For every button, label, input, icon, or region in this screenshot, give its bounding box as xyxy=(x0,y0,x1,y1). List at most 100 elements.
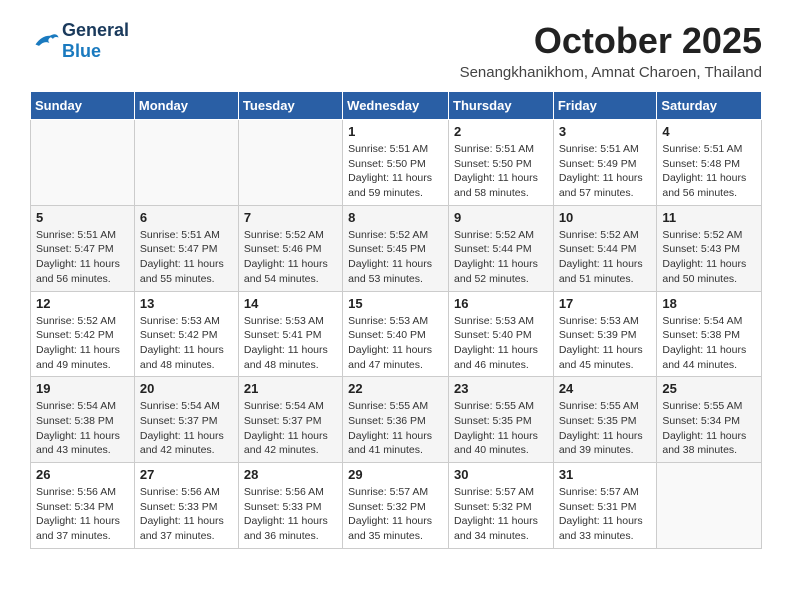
day-number: 21 xyxy=(244,381,337,396)
day-number: 11 xyxy=(662,210,756,225)
calendar-cell xyxy=(657,463,762,549)
calendar-cell: 11 Sunrise: 5:52 AMSunset: 5:43 PMDayligh… xyxy=(657,205,762,291)
day-number: 20 xyxy=(140,381,233,396)
calendar-cell: 9 Sunrise: 5:52 AMSunset: 5:44 PMDaylight… xyxy=(449,205,554,291)
day-info: Sunrise: 5:55 AMSunset: 5:36 PMDaylight:… xyxy=(348,399,443,458)
calendar-cell: 29 Sunrise: 5:57 AMSunset: 5:32 PMDayligh… xyxy=(343,463,449,549)
day-number: 27 xyxy=(140,467,233,482)
day-info: Sunrise: 5:51 AMSunset: 5:50 PMDaylight:… xyxy=(348,142,443,201)
day-info: Sunrise: 5:52 AMSunset: 5:45 PMDaylight:… xyxy=(348,228,443,287)
calendar-cell: 21 Sunrise: 5:54 AMSunset: 5:37 PMDayligh… xyxy=(238,377,342,463)
calendar-cell: 16 Sunrise: 5:53 AMSunset: 5:40 PMDayligh… xyxy=(449,291,554,377)
day-info: Sunrise: 5:57 AMSunset: 5:31 PMDaylight:… xyxy=(559,485,652,544)
day-number: 15 xyxy=(348,296,443,311)
day-info: Sunrise: 5:55 AMSunset: 5:35 PMDaylight:… xyxy=(454,399,548,458)
day-info: Sunrise: 5:54 AMSunset: 5:37 PMDaylight:… xyxy=(244,399,337,458)
calendar-cell: 22 Sunrise: 5:55 AMSunset: 5:36 PMDayligh… xyxy=(343,377,449,463)
calendar-cell: 8Sunrise: 5:52 AMSunset: 5:45 PMDaylight… xyxy=(343,205,449,291)
day-info: Sunrise: 5:53 AMSunset: 5:42 PMDaylight:… xyxy=(140,314,233,373)
day-info: Sunrise: 5:52 AMSunset: 5:42 PMDaylight:… xyxy=(36,314,129,373)
calendar-cell: 20Sunrise: 5:54 AMSunset: 5:37 PMDayligh… xyxy=(134,377,238,463)
day-number: 4 xyxy=(662,124,756,139)
logo: General Blue xyxy=(30,20,129,62)
day-number: 17 xyxy=(559,296,652,311)
weekday-header-thursday: Thursday xyxy=(449,92,554,120)
weekday-header-saturday: Saturday xyxy=(657,92,762,120)
day-number: 9 xyxy=(454,210,548,225)
day-info: Sunrise: 5:54 AMSunset: 5:38 PMDaylight:… xyxy=(36,399,129,458)
calendar-cell: 27 Sunrise: 5:56 AMSunset: 5:33 PMDayligh… xyxy=(134,463,238,549)
day-info: Sunrise: 5:51 AMSunset: 5:49 PMDaylight:… xyxy=(559,142,652,201)
calendar-cell: 14 Sunrise: 5:53 AMSunset: 5:41 PMDayligh… xyxy=(238,291,342,377)
calendar-cell: 15 Sunrise: 5:53 AMSunset: 5:40 PMDayligh… xyxy=(343,291,449,377)
week-row-3: 12Sunrise: 5:52 AMSunset: 5:42 PMDayligh… xyxy=(31,291,762,377)
day-number: 26 xyxy=(36,467,129,482)
calendar-cell: 23Sunrise: 5:55 AMSunset: 5:35 PMDayligh… xyxy=(449,377,554,463)
weekday-header-row: SundayMondayTuesdayWednesdayThursdayFrid… xyxy=(31,92,762,120)
day-number: 5 xyxy=(36,210,129,225)
day-number: 1 xyxy=(348,124,443,139)
calendar-cell: 30Sunrise: 5:57 AMSunset: 5:32 PMDayligh… xyxy=(449,463,554,549)
day-number: 25 xyxy=(662,381,756,396)
week-row-5: 26 Sunrise: 5:56 AMSunset: 5:34 PMDayligh… xyxy=(31,463,762,549)
calendar-cell: 6 Sunrise: 5:51 AMSunset: 5:47 PMDaylight… xyxy=(134,205,238,291)
calendar-cell: 28 Sunrise: 5:56 AMSunset: 5:33 PMDayligh… xyxy=(238,463,342,549)
day-number: 6 xyxy=(140,210,233,225)
day-info: Sunrise: 5:51 AMSunset: 5:48 PMDaylight:… xyxy=(662,142,756,201)
day-info: Sunrise: 5:55 AMSunset: 5:35 PMDaylight:… xyxy=(559,399,652,458)
calendar-cell: 17Sunrise: 5:53 AMSunset: 5:39 PMDayligh… xyxy=(553,291,657,377)
day-info: Sunrise: 5:53 AMSunset: 5:40 PMDaylight:… xyxy=(454,314,548,373)
calendar-cell: 10 Sunrise: 5:52 AMSunset: 5:44 PMDayligh… xyxy=(553,205,657,291)
day-number: 29 xyxy=(348,467,443,482)
calendar-cell: 24Sunrise: 5:55 AMSunset: 5:35 PMDayligh… xyxy=(553,377,657,463)
day-info: Sunrise: 5:51 AMSunset: 5:47 PMDaylight:… xyxy=(36,228,129,287)
weekday-header-tuesday: Tuesday xyxy=(238,92,342,120)
day-info: Sunrise: 5:56 AMSunset: 5:34 PMDaylight:… xyxy=(36,485,129,544)
day-info: Sunrise: 5:56 AMSunset: 5:33 PMDaylight:… xyxy=(140,485,233,544)
day-number: 13 xyxy=(140,296,233,311)
day-info: Sunrise: 5:51 AMSunset: 5:47 PMDaylight:… xyxy=(140,228,233,287)
day-info: Sunrise: 5:52 AMSunset: 5:44 PMDaylight:… xyxy=(559,228,652,287)
day-info: Sunrise: 5:53 AMSunset: 5:40 PMDaylight:… xyxy=(348,314,443,373)
week-row-1: 1 Sunrise: 5:51 AMSunset: 5:50 PMDaylight… xyxy=(31,120,762,206)
day-number: 14 xyxy=(244,296,337,311)
day-number: 28 xyxy=(244,467,337,482)
calendar-cell: 26 Sunrise: 5:56 AMSunset: 5:34 PMDayligh… xyxy=(31,463,135,549)
logo-blue-text: Blue xyxy=(62,41,101,61)
day-number: 3 xyxy=(559,124,652,139)
day-number: 18 xyxy=(662,296,756,311)
weekday-header-wednesday: Wednesday xyxy=(343,92,449,120)
weekday-header-monday: Monday xyxy=(134,92,238,120)
calendar-cell: 31 Sunrise: 5:57 AMSunset: 5:31 PMDayligh… xyxy=(553,463,657,549)
title-block: October 2025 Senangkhanikhom, Amnat Char… xyxy=(460,20,762,81)
day-info: Sunrise: 5:57 AMSunset: 5:32 PMDaylight:… xyxy=(454,485,548,544)
calendar-cell: 18 Sunrise: 5:54 AMSunset: 5:38 PMDayligh… xyxy=(657,291,762,377)
page-header: General Blue October 2025 Senangkhanikho… xyxy=(30,20,762,81)
logo-general-text: General xyxy=(62,20,129,40)
day-info: Sunrise: 5:52 AMSunset: 5:43 PMDaylight:… xyxy=(662,228,756,287)
calendar-cell: 7 Sunrise: 5:52 AMSunset: 5:46 PMDaylight… xyxy=(238,205,342,291)
calendar-cell: 25Sunrise: 5:55 AMSunset: 5:34 PMDayligh… xyxy=(657,377,762,463)
calendar-cell: 1 Sunrise: 5:51 AMSunset: 5:50 PMDaylight… xyxy=(343,120,449,206)
day-info: Sunrise: 5:52 AMSunset: 5:46 PMDaylight:… xyxy=(244,228,337,287)
day-info: Sunrise: 5:53 AMSunset: 5:41 PMDaylight:… xyxy=(244,314,337,373)
day-info: Sunrise: 5:57 AMSunset: 5:32 PMDaylight:… xyxy=(348,485,443,544)
calendar-table: SundayMondayTuesdayWednesdayThursdayFrid… xyxy=(30,91,762,549)
day-info: Sunrise: 5:56 AMSunset: 5:33 PMDaylight:… xyxy=(244,485,337,544)
day-info: Sunrise: 5:52 AMSunset: 5:44 PMDaylight:… xyxy=(454,228,548,287)
calendar-cell: 12Sunrise: 5:52 AMSunset: 5:42 PMDayligh… xyxy=(31,291,135,377)
day-number: 22 xyxy=(348,381,443,396)
calendar-cell: 4 Sunrise: 5:51 AMSunset: 5:48 PMDaylight… xyxy=(657,120,762,206)
day-number: 16 xyxy=(454,296,548,311)
week-row-2: 5 Sunrise: 5:51 AMSunset: 5:47 PMDaylight… xyxy=(31,205,762,291)
location-title: Senangkhanikhom, Amnat Charoen, Thailand xyxy=(460,64,762,81)
weekday-header-friday: Friday xyxy=(553,92,657,120)
weekday-header-sunday: Sunday xyxy=(31,92,135,120)
day-number: 31 xyxy=(559,467,652,482)
day-number: 10 xyxy=(559,210,652,225)
day-number: 19 xyxy=(36,381,129,396)
day-info: Sunrise: 5:54 AMSunset: 5:38 PMDaylight:… xyxy=(662,314,756,373)
day-number: 7 xyxy=(244,210,337,225)
calendar-cell: 19 Sunrise: 5:54 AMSunset: 5:38 PMDayligh… xyxy=(31,377,135,463)
calendar-cell: 13 Sunrise: 5:53 AMSunset: 5:42 PMDayligh… xyxy=(134,291,238,377)
